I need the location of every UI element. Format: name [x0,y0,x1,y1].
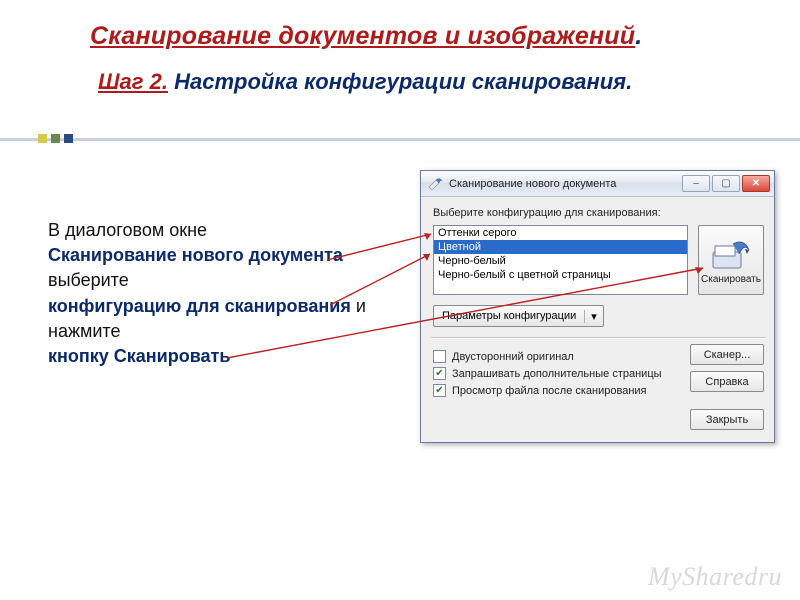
checkbox-more-pages-row[interactable]: ✔ Запрашивать дополнительные страницы [433,367,680,380]
close-button[interactable]: Закрыть [690,409,764,430]
txt-5: нажмите [48,321,120,341]
close-window-button[interactable]: ✕ [742,175,770,192]
scanner-button[interactable]: Сканер... [690,344,764,365]
scan-button-label: Сканировать [701,274,761,285]
config-params-button[interactable]: Параметры конфигурации ▾ [433,305,604,327]
right-button-column: Сканер... Справка [690,344,764,401]
txt-3: выберите [48,270,129,290]
dialog-title: Сканирование нового документа [449,178,682,190]
help-button[interactable]: Справка [690,371,764,392]
square-blue [64,134,73,143]
title-line-1: Сканирование документов и изображений. [90,22,760,51]
decorative-squares [38,134,73,143]
watermark: MySharedru [648,562,782,592]
scan-dialog: Сканирование нового документа – ▢ ✕ Выбе… [420,170,775,443]
txt-1: В диалоговом окне [48,220,207,240]
checkbox-preview-label: Просмотр файла после сканирования [452,385,647,397]
square-yellow [38,134,47,143]
instruction-text: В диалоговом окне Сканирование нового до… [48,218,408,369]
app-icon [427,176,443,192]
checkbox-group: Двусторонний оригинал ✔ Запрашивать допо… [433,346,680,401]
config-prompt: Выберите конфигурацию для сканирования: [433,207,764,219]
config-params-label: Параметры конфигурации [434,310,584,322]
title-line-2: Шаг 2. Настройка конфигурации сканирован… [90,69,760,95]
dialog-body: Выберите конфигурацию для сканирования: … [421,197,774,442]
list-option-greyscale[interactable]: Оттенки серого [434,226,687,240]
checkbox-duplex-label: Двусторонний оригинал [452,351,574,363]
config-listbox[interactable]: Оттенки серого Цветной Черно-белый Черно… [433,225,688,295]
step-label: Шаг 2. [98,69,168,94]
chevron-down-icon[interactable]: ▾ [584,310,603,323]
maximize-button[interactable]: ▢ [712,175,740,192]
dialog-titlebar[interactable]: Сканирование нового документа – ▢ ✕ [421,171,774,197]
checkbox-more-pages-label: Запрашивать дополнительные страницы [452,368,662,380]
list-option-bw-color-page[interactable]: Черно-белый с цветной страницы [434,268,687,282]
title-rest: Настройка конфигурации сканирования. [168,69,632,94]
list-option-bw[interactable]: Черно-белый [434,254,687,268]
checkbox-duplex[interactable] [433,350,446,363]
separator [431,337,766,338]
checkbox-preview[interactable]: ✔ [433,384,446,397]
scan-button[interactable]: Сканировать [698,225,764,295]
txt-4: конфигурацию для сканирования [48,296,351,316]
square-green [51,134,60,143]
checkbox-duplex-row[interactable]: Двусторонний оригинал [433,350,680,363]
scan-icon [711,236,751,272]
horizontal-rule [0,138,800,141]
minimize-button[interactable]: – [682,175,710,192]
txt-2: Сканирование нового документа [48,245,343,265]
title-main: Сканирование документов и изображений [90,22,635,50]
title-dot: . [635,22,642,50]
txt-6: кнопку Сканировать [48,346,230,366]
list-option-color[interactable]: Цветной [434,240,687,254]
checkbox-more-pages[interactable]: ✔ [433,367,446,380]
window-buttons: – ▢ ✕ [682,175,770,192]
checkbox-preview-row[interactable]: ✔ Просмотр файла после сканирования [433,384,680,397]
slide-title-block: Сканирование документов и изображений. Ш… [0,0,800,95]
txt-4b: и [351,296,366,316]
